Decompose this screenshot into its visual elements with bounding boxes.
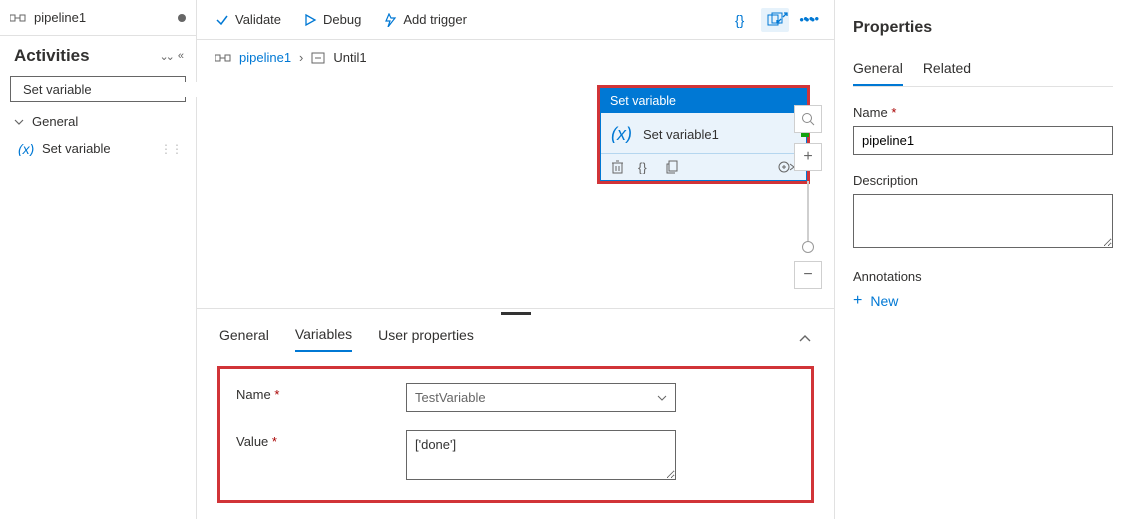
breadcrumb-root[interactable]: pipeline1	[239, 50, 291, 65]
debug-button[interactable]: Debug	[303, 12, 361, 27]
svg-text:{}: {}	[735, 12, 745, 28]
activities-title: Activities	[14, 46, 153, 66]
breadcrumb: pipeline1 › Until1	[197, 40, 834, 75]
check-icon	[215, 13, 229, 27]
tab-general[interactable]: General	[219, 327, 269, 351]
prop-name-label: Name *	[853, 105, 1113, 120]
breadcrumb-child: Until1	[333, 50, 366, 65]
value-label: Value *	[236, 430, 406, 449]
prop-tab-related[interactable]: Related	[923, 60, 971, 86]
pipeline-icon	[215, 51, 231, 65]
prop-ann-label: Annotations	[853, 269, 1113, 284]
activity-set-variable[interactable]: (x) Set variable ⋮⋮	[0, 135, 196, 162]
highlighted-form: Name * TestVariable Value *	[217, 366, 814, 503]
until-icon	[311, 52, 325, 64]
tab-user-properties[interactable]: User properties	[378, 327, 474, 351]
properties-title: Properties	[853, 19, 932, 37]
editor-tab[interactable]: pipeline1	[0, 0, 196, 36]
breadcrumb-sep: ›	[299, 50, 303, 65]
zoom-slider[interactable]	[807, 181, 809, 251]
activity-node[interactable]: Set variable (x) Set variable1 {}	[600, 88, 807, 181]
pipeline-canvas[interactable]: Set variable (x) Set variable1 {}	[197, 75, 834, 308]
svg-text:(x): (x)	[611, 125, 632, 143]
activity-group-general[interactable]: General	[0, 108, 196, 135]
pipeline-name-input[interactable]	[853, 126, 1113, 155]
code-icon[interactable]: {}	[638, 160, 652, 174]
tab-variables[interactable]: Variables	[295, 326, 352, 352]
variable-value-input[interactable]	[406, 430, 676, 480]
prop-desc-label: Description	[853, 173, 1113, 188]
name-label: Name *	[236, 383, 406, 402]
node-type: Set variable	[601, 89, 806, 113]
expand-icon[interactable]	[775, 11, 789, 25]
search-input[interactable]	[23, 82, 199, 97]
hide-panel-icon[interactable]: «	[178, 50, 182, 62]
add-trigger-button[interactable]: Add trigger	[383, 12, 467, 27]
zoom-out-button[interactable]: −	[794, 261, 822, 289]
collapse-bottom-panel[interactable]	[798, 334, 812, 344]
copy-icon[interactable]	[666, 160, 679, 174]
add-annotation-button[interactable]: + New	[853, 292, 1113, 310]
zoom-thumb[interactable]	[802, 241, 814, 253]
zoom-fit-button[interactable]	[794, 105, 822, 133]
select-value: TestVariable	[415, 390, 486, 405]
group-label: General	[32, 114, 78, 129]
activity-label: Set variable	[42, 141, 111, 156]
zoom-in-button[interactable]: +	[794, 143, 822, 171]
variable-icon: (x)	[611, 125, 635, 143]
drag-grip-icon: ⋮⋮	[160, 142, 182, 156]
node-name: Set variable1	[643, 127, 719, 142]
collapse-icon[interactable]: ⌄⌄	[159, 50, 171, 63]
code-icon[interactable]: {}	[735, 12, 751, 28]
panel-resize-handle[interactable]	[197, 308, 834, 318]
more-icon[interactable]: •••	[803, 11, 820, 26]
variable-name-select[interactable]: TestVariable	[406, 383, 676, 412]
highlighted-node: Set variable (x) Set variable1 {}	[597, 85, 810, 184]
prop-tab-general[interactable]: General	[853, 60, 903, 86]
svg-text:(x): (x)	[18, 142, 34, 156]
trigger-icon	[383, 13, 397, 27]
pipeline-desc-input[interactable]	[853, 194, 1113, 248]
search-icon	[801, 112, 815, 126]
validate-button[interactable]: Validate	[215, 12, 281, 27]
unsaved-indicator	[178, 14, 186, 22]
tab-title: pipeline1	[34, 10, 86, 25]
chevron-down-icon	[657, 395, 667, 401]
pipeline-icon	[10, 11, 26, 25]
variable-icon: (x)	[18, 142, 36, 156]
activity-search[interactable]	[10, 76, 186, 102]
delete-icon[interactable]	[611, 160, 624, 174]
svg-text:{}: {}	[638, 160, 647, 174]
chevron-down-icon	[14, 117, 24, 127]
play-icon	[303, 13, 317, 27]
